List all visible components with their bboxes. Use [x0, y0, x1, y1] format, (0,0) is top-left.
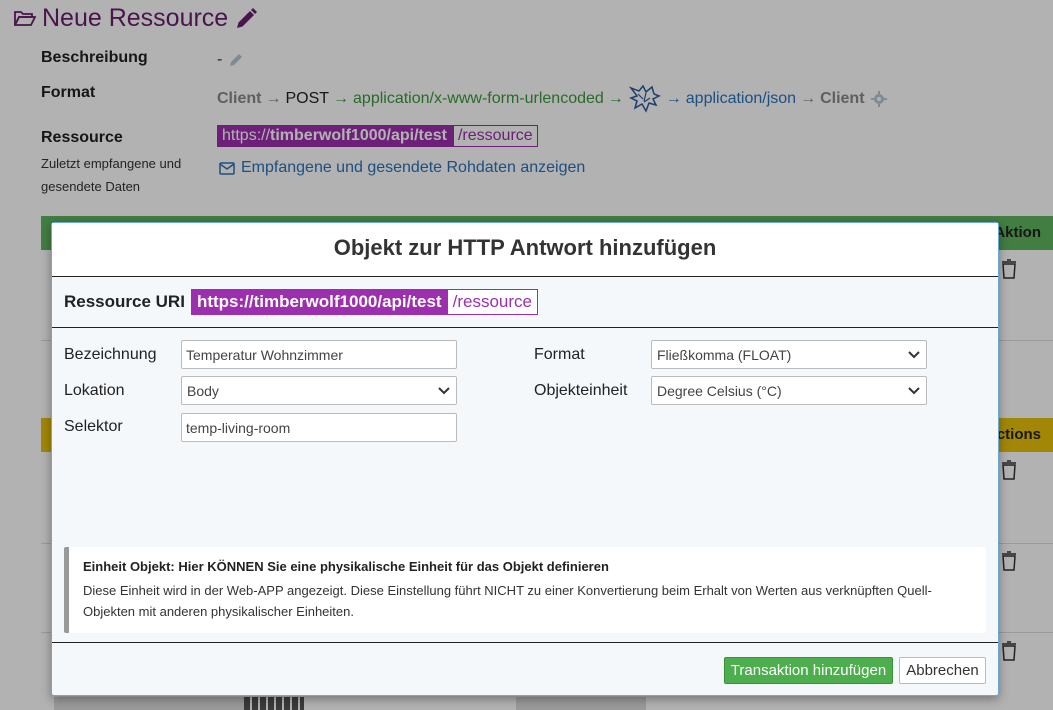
- lokation-select[interactable]: Body: [181, 376, 457, 405]
- modal-uri-label: Ressource URI: [64, 292, 185, 311]
- bezeichnung-label: Bezeichnung: [64, 346, 157, 363]
- add-transaction-button[interactable]: Transaktion hinzufügen: [724, 657, 893, 684]
- selektor-label: Selektor: [64, 418, 123, 435]
- objekteinheit-select[interactable]: Degree Celsius (°C): [651, 376, 927, 405]
- lokation-label: Lokation: [64, 382, 125, 399]
- info-text: Diese Einheit wird in der Web-APP angeze…: [83, 583, 932, 619]
- chevron-down-icon: [908, 350, 920, 358]
- objekteinheit-label: Objekteinheit: [534, 382, 628, 399]
- modal-footer: Transaktion hinzufügen Abbrechen: [52, 642, 998, 696]
- add-object-modal: Objekt zur HTTP Antwort hinzufügen Resso…: [51, 222, 999, 696]
- modal-uri-path: /ressource: [446, 289, 538, 315]
- chevron-down-icon: [438, 386, 450, 394]
- bezeichnung-input[interactable]: [181, 340, 457, 369]
- format-select[interactable]: Fließkomma (FLOAT): [651, 340, 927, 369]
- info-title: Einheit Objekt: Hier KÖNNEN Sie eine phy…: [83, 559, 609, 574]
- chevron-down-icon: [908, 386, 920, 394]
- modal-uri-base: https://timberwolf1000/api/test: [190, 289, 447, 315]
- selektor-input[interactable]: [181, 413, 457, 442]
- cancel-button[interactable]: Abbrechen: [899, 657, 986, 684]
- modal-title: Objekt zur HTTP Antwort hinzufügen: [52, 223, 998, 277]
- unit-info-box: Einheit Objekt: Hier KÖNNEN Sie eine phy…: [64, 547, 986, 633]
- modal-uri: https://timberwolf1000/api/test /ressour…: [190, 289, 538, 315]
- format-field-label: Format: [534, 346, 585, 363]
- modal-uri-row: Ressource URI https://timberwolf1000/api…: [52, 277, 998, 328]
